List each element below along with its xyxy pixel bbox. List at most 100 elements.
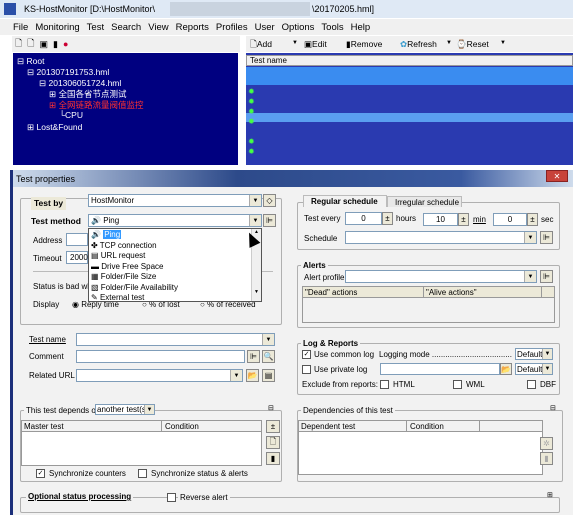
list-row-selected[interactable]: [246, 113, 573, 122]
sync-status-checkbox[interactable]: [138, 469, 147, 478]
hours-input[interactable]: 0: [345, 212, 382, 225]
test-name-select[interactable]: ▼: [76, 333, 275, 346]
comment-zoom-button[interactable]: 🔍: [262, 350, 275, 363]
tree-root[interactable]: ⊟ Root: [17, 57, 44, 66]
test-by-options-button[interactable]: ◇: [263, 194, 276, 207]
tree-node[interactable]: ⊟ 201306051724.hml: [39, 79, 121, 88]
test-method-tree-button[interactable]: ⊫: [263, 214, 276, 227]
folder-tree[interactable]: ⊟ Root ⊟ 201307191753.hml ⊟ 201306051724…: [13, 53, 238, 165]
min-input[interactable]: 10: [423, 213, 458, 226]
related-url-select[interactable]: ▼: [76, 369, 243, 382]
menu-tools[interactable]: Tools: [321, 22, 343, 33]
sec-input[interactable]: 0: [493, 213, 527, 226]
logging-mode-select[interactable]: Default ▼: [515, 348, 553, 360]
address-input[interactable]: [66, 233, 88, 246]
actions-table[interactable]: "Dead" actions "Alive actions": [302, 286, 555, 323]
collapse-icon[interactable]: ⊟: [268, 405, 274, 412]
menu-file[interactable]: File: [13, 22, 28, 33]
refresh-dropdown-icon[interactable]: ▼: [446, 40, 452, 46]
menu-monitoring[interactable]: Monitoring: [35, 22, 79, 33]
private-log-mode-select[interactable]: Default ▼: [515, 363, 553, 375]
tree-node[interactable]: ⊟ 201307191753.hml: [27, 68, 109, 77]
method-option-ping[interactable]: 🔊 Ping: [91, 230, 122, 239]
tree-node[interactable]: └CPU: [59, 111, 83, 120]
timeout-input[interactable]: 2000: [66, 251, 88, 264]
column-condition[interactable]: Condition: [410, 423, 444, 431]
method-option-drive[interactable]: ▬ Drive Free Space: [91, 262, 163, 271]
depends-on-select[interactable]: another test(s) ▼: [95, 404, 155, 415]
schedule-select[interactable]: ▼: [345, 231, 537, 244]
private-log-input[interactable]: [380, 363, 500, 375]
delete-icon[interactable]: ▮: [53, 39, 58, 50]
menu-options[interactable]: Options: [282, 22, 315, 33]
list-row-selected[interactable]: [246, 67, 573, 85]
sec-spinner[interactable]: ±: [527, 213, 538, 226]
use-common-log-checkbox[interactable]: ✓: [302, 350, 311, 359]
add-button[interactable]: 🗋Add: [250, 40, 272, 49]
reverse-alert-checkbox[interactable]: [167, 493, 176, 502]
dependent-delete-button[interactable]: ▮: [540, 452, 553, 465]
edit-dependency-button[interactable]: ±: [266, 420, 280, 433]
close-button[interactable]: ✕: [546, 170, 568, 182]
method-option-url[interactable]: ▤ URL request: [91, 252, 145, 260]
comment-tree-button[interactable]: ⊫: [247, 350, 260, 363]
browser-button[interactable]: ▤: [262, 369, 275, 382]
tree-node[interactable]: ⊞ Lost&Found: [27, 123, 82, 132]
menu-profiles[interactable]: Profiles: [216, 22, 248, 33]
test-by-select[interactable]: HostMonitor ▼: [88, 194, 262, 207]
test-list[interactable]: Test name ✹ ✹ ✹ ✹ ✹ ✹: [246, 53, 573, 165]
properties-icon[interactable]: ▣: [40, 39, 49, 50]
dependent-test-table[interactable]: Dependent test Condition: [298, 420, 543, 475]
tree-node[interactable]: ⊞ 全网链路流量阀值监控: [49, 101, 144, 110]
expand-icon[interactable]: ⊞: [547, 492, 553, 499]
private-log-browse-button[interactable]: 📂: [500, 363, 512, 375]
dependent-edit-button[interactable]: ✲: [540, 437, 553, 450]
column-alive-actions[interactable]: "Alive actions": [426, 289, 477, 297]
menu-help[interactable]: Help: [351, 22, 371, 33]
exclude-html-checkbox[interactable]: [380, 380, 389, 389]
column-condition[interactable]: Condition: [165, 423, 199, 431]
comment-input[interactable]: [76, 350, 245, 363]
remove-button[interactable]: ▮Remove: [346, 40, 382, 49]
column-test-name[interactable]: Test name: [246, 55, 573, 66]
schedule-tree-button[interactable]: ⊫: [540, 231, 553, 244]
master-test-table[interactable]: Master test Condition: [21, 420, 262, 466]
exclude-wml-checkbox[interactable]: [453, 380, 462, 389]
refresh-button[interactable]: ✿Refresh: [400, 40, 437, 49]
edit-button[interactable]: ▣Edit: [304, 40, 327, 49]
color-icon[interactable]: ●: [63, 39, 68, 49]
method-option-folder-size[interactable]: ▦ Folder/File Size: [91, 273, 156, 281]
collapse-icon[interactable]: ⊟: [550, 405, 556, 412]
test-method-dropdown[interactable]: ▲ ▼ 🔊 Ping ✤ TCP connection ▤ URL request…: [88, 228, 262, 302]
tab-irregular-schedule[interactable]: Irregular schedule: [387, 196, 462, 207]
hours-spinner[interactable]: ±: [382, 212, 393, 225]
tree-node[interactable]: ⊞ 全国各省节点测试: [49, 90, 127, 99]
new-file-icon[interactable]: 🗋: [27, 36, 34, 52]
method-option-external[interactable]: ✎ External test: [91, 294, 144, 302]
menu-user[interactable]: User: [255, 22, 275, 33]
test-method-select[interactable]: 🔊 Ping ▼: [88, 214, 262, 227]
open-folder-button[interactable]: 📂: [246, 369, 259, 382]
tab-regular-schedule[interactable]: Regular schedule: [303, 195, 387, 207]
radio-percent-received[interactable]: ○ % of received: [200, 301, 256, 309]
method-option-availability[interactable]: ▧ Folder/File Availability: [91, 283, 178, 292]
exclude-dbf-checkbox[interactable]: [527, 380, 536, 389]
menu-test[interactable]: Test: [87, 22, 104, 33]
new-folder-icon[interactable]: 🗋: [15, 36, 22, 52]
reset-dropdown-icon[interactable]: ▼: [500, 40, 506, 46]
menu-view[interactable]: View: [148, 22, 168, 33]
column-dependent-test[interactable]: Dependent test: [301, 423, 355, 431]
use-private-log-checkbox[interactable]: [302, 365, 311, 374]
alert-profile-tree-button[interactable]: ⊫: [540, 270, 553, 283]
column-master-test[interactable]: Master test: [24, 423, 64, 431]
menu-search[interactable]: Search: [111, 22, 141, 33]
method-option-tcp[interactable]: ✤ TCP connection: [91, 241, 157, 250]
radio-percent-lost[interactable]: ○ % of lost: [142, 301, 180, 309]
column-dead-actions[interactable]: "Dead" actions: [305, 289, 357, 297]
add-dropdown-icon[interactable]: ▼: [292, 40, 298, 46]
delete-dependency-button[interactable]: ▮: [266, 452, 280, 465]
menu-reports[interactable]: Reports: [176, 22, 209, 33]
reset-button[interactable]: ⌚Reset: [456, 40, 489, 49]
alert-profile-select[interactable]: ▼: [345, 270, 537, 283]
min-spinner[interactable]: ±: [458, 213, 469, 226]
